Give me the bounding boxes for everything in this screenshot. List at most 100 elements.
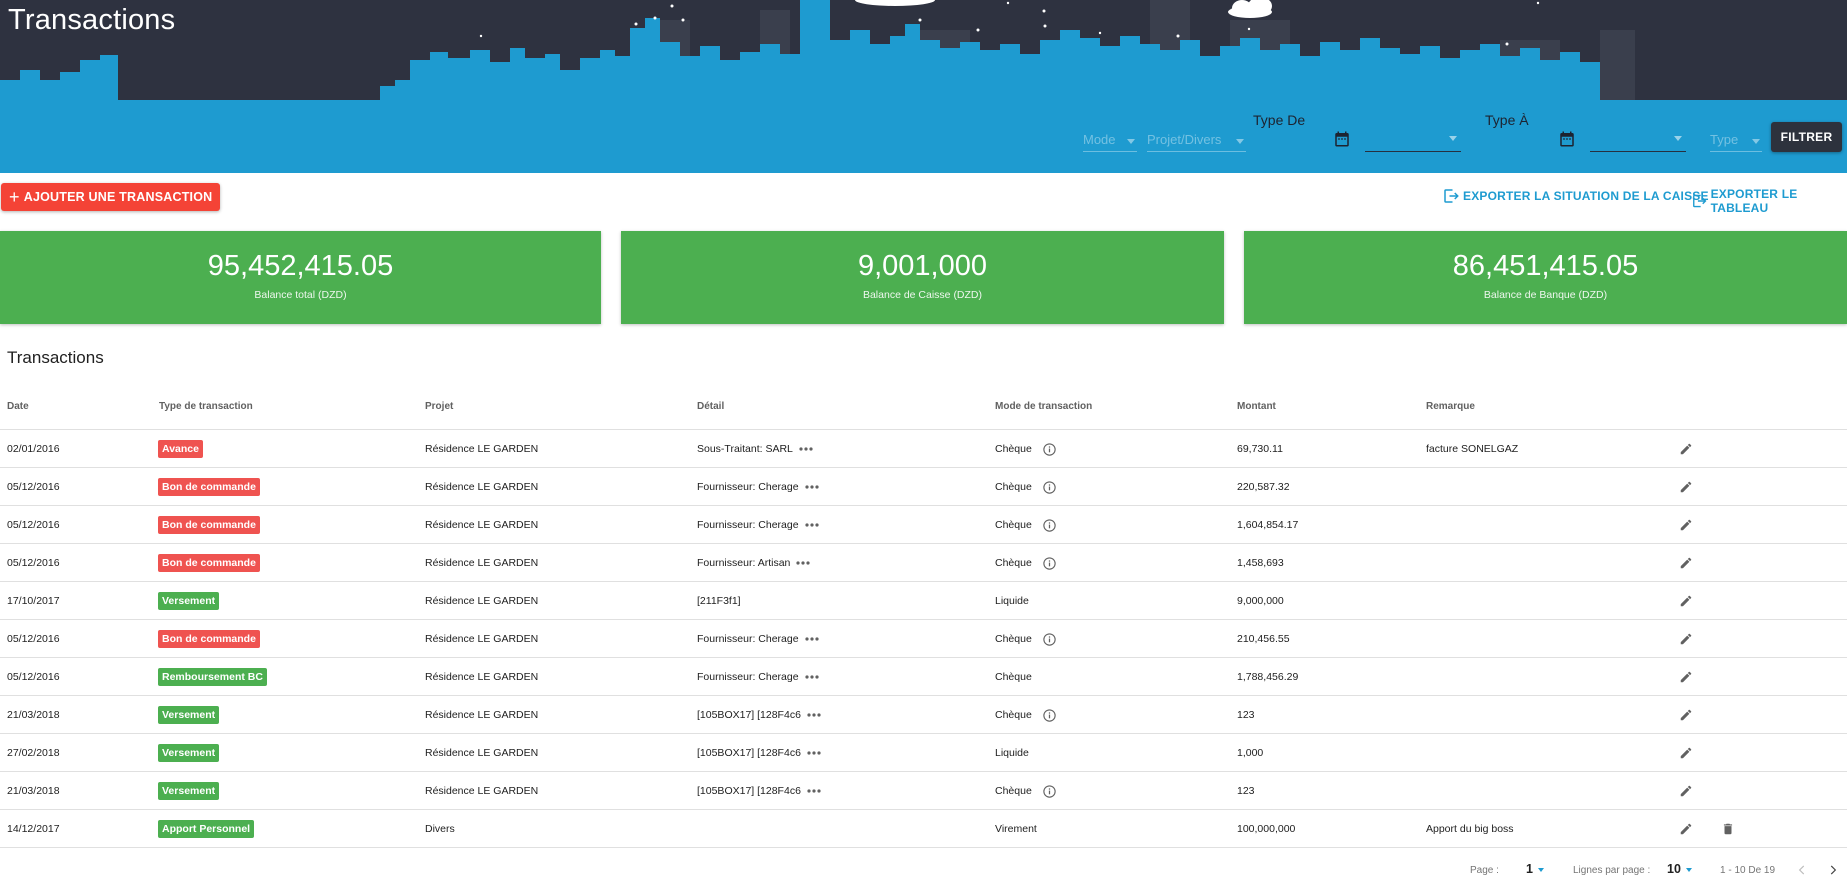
chevron-down-icon	[1127, 139, 1135, 144]
column-header-detail[interactable]: Détail	[697, 401, 724, 412]
column-header-mode[interactable]: Mode de transaction	[995, 401, 1092, 412]
cell-detail: [211F3f1]	[697, 582, 741, 620]
mode-select[interactable]: Mode	[1083, 132, 1137, 152]
type-de-date-field[interactable]	[1365, 130, 1461, 152]
table-row[interactable]: 21/03/2018 Versement Résidence LE GARDEN [1…	[0, 772, 1847, 810]
transaction-type-badge: Bon de commande	[158, 630, 260, 648]
plus-icon: +	[9, 187, 20, 207]
cell-detail: Fournisseur: Cherage	[697, 506, 819, 544]
more-horizontal-icon[interactable]	[804, 523, 819, 527]
table-row[interactable]: 05/12/2016 Bon de commande Résidence LE GA…	[0, 544, 1847, 582]
cell-projet: Divers	[425, 823, 455, 835]
edit-button[interactable]	[1679, 544, 1693, 582]
table-row[interactable]: 27/02/2018 Versement Résidence LE GARDEN [1…	[0, 734, 1847, 772]
cell-projet: Résidence LE GARDEN	[425, 747, 539, 759]
edit-button[interactable]	[1679, 506, 1693, 544]
mode-text: Chèque	[995, 671, 1032, 683]
cell-date: 14/12/2017	[7, 823, 60, 835]
info-icon[interactable]	[1042, 784, 1057, 799]
type-select[interactable]: Type	[1710, 132, 1762, 152]
table-row[interactable]: 02/01/2016 Avance Résidence LE GARDEN Sous-…	[0, 430, 1847, 468]
calendar-icon[interactable]	[1333, 130, 1351, 148]
more-horizontal-icon[interactable]	[807, 713, 821, 717]
info-icon[interactable]	[1042, 632, 1057, 647]
mode-text: Virement	[995, 823, 1037, 835]
cell-remarque: facture SONELGAZ	[1426, 443, 1519, 455]
detail-text: Sous-Traitant: SARL	[697, 443, 793, 455]
table-row[interactable]: 05/12/2016 Bon de commande Résidence LE GA…	[0, 620, 1847, 658]
add-transaction-button[interactable]: + AJOUTER UNE TRANSACTION	[1, 183, 221, 211]
rows-per-page-label: Lignes par page :	[1573, 865, 1651, 876]
table-row[interactable]: 17/10/2017 Versement Résidence LE GARDEN [2…	[0, 582, 1847, 620]
more-horizontal-icon[interactable]	[804, 637, 819, 641]
more-horizontal-icon[interactable]	[807, 751, 821, 755]
table-row[interactable]: 05/12/2016 Remboursement BC Résidence LE G…	[0, 658, 1847, 696]
more-horizontal-icon[interactable]	[799, 447, 813, 451]
type-a-date-field[interactable]	[1590, 130, 1686, 152]
filter-button[interactable]: FILTRER	[1771, 122, 1842, 152]
export-caisse-link[interactable]: EXPORTER LA SITUATION DE LA CAISSE	[1442, 187, 1709, 205]
more-horizontal-icon[interactable]	[804, 675, 819, 679]
info-icon[interactable]	[1042, 480, 1057, 495]
cell-montant: 220,587.32	[1237, 481, 1290, 493]
chevron-left-icon[interactable]	[1795, 863, 1809, 877]
cell-mode: Chèque	[995, 772, 1057, 810]
page-title: Transactions	[8, 4, 176, 36]
pagination: Page : 1 Lignes par page : 10 1 - 10 De …	[0, 858, 1847, 884]
column-header-projet[interactable]: Projet	[425, 401, 453, 412]
export-table-link[interactable]: EXPORTER LE TABLEAU	[1691, 187, 1847, 215]
balance-total-card: 95,452,415.05 Balance total (DZD)	[0, 231, 601, 324]
chevron-down-icon	[1449, 136, 1457, 141]
cell-mode: Liquide	[995, 582, 1029, 620]
page-select[interactable]: 1	[1526, 862, 1544, 876]
info-icon[interactable]	[1042, 708, 1057, 723]
column-header-type[interactable]: Type de transaction	[159, 401, 253, 412]
more-horizontal-icon[interactable]	[804, 485, 819, 489]
chevron-right-icon[interactable]	[1826, 863, 1840, 877]
cell-date: 05/12/2016	[7, 633, 60, 645]
cell-projet: Résidence LE GARDEN	[425, 595, 539, 607]
edit-pencil-icon	[1680, 785, 1692, 797]
mode-text: Chèque	[995, 633, 1032, 645]
transaction-type-badge: Apport Personnel	[158, 820, 255, 838]
edit-button[interactable]	[1679, 582, 1693, 620]
edit-button[interactable]	[1679, 772, 1693, 810]
chevron-down-icon	[1752, 139, 1760, 144]
edit-button[interactable]	[1679, 658, 1693, 696]
edit-button[interactable]	[1679, 734, 1693, 772]
table-header: Date Type de transaction Projet Détail M…	[0, 392, 1847, 430]
cell-type: Bon de commande	[158, 468, 260, 506]
mode-text: Chèque	[995, 481, 1032, 493]
table-row[interactable]: 14/12/2017 Apport Personnel Divers Virement…	[0, 810, 1847, 848]
edit-button[interactable]	[1679, 620, 1693, 658]
column-header-remarque[interactable]: Remarque	[1426, 401, 1475, 412]
column-header-montant[interactable]: Montant	[1237, 401, 1276, 412]
balance-banque-label: Balance de Banque (DZD)	[1483, 289, 1608, 301]
column-header-date[interactable]: Date	[7, 401, 29, 412]
edit-pencil-icon	[1680, 481, 1692, 493]
edit-button[interactable]	[1679, 810, 1693, 848]
info-icon[interactable]	[1042, 556, 1057, 571]
more-horizontal-icon[interactable]	[796, 561, 810, 565]
export-caisse-label: EXPORTER LA SITUATION DE LA CAISSE	[1463, 189, 1709, 203]
cell-montant: 1,458,693	[1237, 557, 1284, 569]
cell-mode: Virement	[995, 810, 1037, 848]
projet-select[interactable]: Projet/Divers	[1147, 132, 1246, 152]
edit-button[interactable]	[1679, 430, 1693, 468]
cell-montant: 1,604,854.17	[1237, 519, 1299, 531]
delete-button[interactable]	[1721, 810, 1735, 848]
table-row[interactable]: 05/12/2016 Bon de commande Résidence LE GA…	[0, 506, 1847, 544]
info-icon[interactable]	[1042, 442, 1057, 457]
more-horizontal-icon[interactable]	[807, 789, 821, 793]
cell-mode: Chèque	[995, 696, 1057, 734]
export-table-label: EXPORTER LE TABLEAU	[1710, 187, 1798, 215]
edit-button[interactable]	[1679, 468, 1693, 506]
table-row[interactable]: 21/03/2018 Versement Résidence LE GARDEN [1…	[0, 696, 1847, 734]
cell-projet: Résidence LE GARDEN	[425, 633, 539, 645]
table-row[interactable]: 05/12/2016 Bon de commande Résidence LE GA…	[0, 468, 1847, 506]
info-icon[interactable]	[1042, 518, 1057, 533]
edit-button[interactable]	[1679, 696, 1693, 734]
rows-per-page-select[interactable]: 10	[1667, 862, 1692, 876]
chevron-down-icon	[1685, 867, 1692, 872]
calendar-icon[interactable]	[1558, 130, 1576, 148]
